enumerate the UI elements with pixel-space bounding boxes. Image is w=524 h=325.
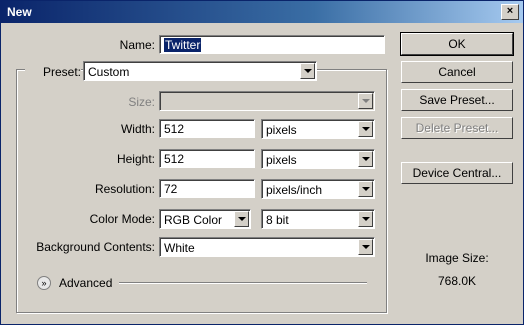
color-mode-label: Color Mode: [89, 212, 155, 226]
device-central-button[interactable]: Device Central... [401, 162, 513, 184]
title-bar[interactable]: New × [1, 1, 523, 23]
advanced-label[interactable]: Advanced [59, 276, 112, 290]
chevron-down-icon [358, 239, 373, 255]
image-size-label: Image Size: [425, 251, 489, 265]
width-label: Width: [120, 122, 155, 136]
chevron-down-icon [234, 211, 249, 227]
resolution-unit-value: pixels/inch [266, 183, 323, 197]
delete-preset-button: Delete Preset... [401, 117, 513, 139]
height-input[interactable]: 512 [159, 149, 255, 168]
chevron-down-icon [358, 181, 373, 197]
background-contents-label: Background Contents: [36, 240, 155, 254]
color-mode-value: RGB Color [164, 213, 223, 227]
height-unit-value: pixels [266, 153, 297, 167]
name-input-value: Twitter [164, 38, 202, 52]
resolution-unit-select[interactable]: pixels/inch [261, 179, 375, 199]
width-unit-select[interactable]: pixels [261, 119, 375, 139]
bit-depth-select[interactable]: 8 bit [261, 209, 375, 229]
preset-select[interactable]: Custom [83, 61, 317, 81]
chevron-down-icon [358, 93, 373, 109]
width-input[interactable]: 512 [159, 119, 255, 138]
bit-depth-value: 8 bit [266, 213, 289, 227]
height-unit-select[interactable]: pixels [261, 149, 375, 169]
height-label: Height: [116, 152, 155, 166]
name-label: Name: [119, 38, 155, 52]
image-size-value: 768.0K [437, 274, 477, 288]
name-input[interactable]: Twitter [159, 35, 385, 54]
chevron-down-icon [358, 121, 373, 137]
save-preset-button[interactable]: Save Preset... [401, 89, 513, 111]
ok-button[interactable]: OK [400, 32, 514, 56]
background-contents-select[interactable]: White [159, 237, 375, 257]
dialog-title: New [7, 5, 32, 19]
close-icon: × [506, 5, 514, 17]
advanced-divider [119, 282, 367, 284]
close-button[interactable]: × [501, 4, 519, 20]
chevron-down-icon [300, 63, 315, 79]
size-label: Size: [128, 95, 155, 109]
resolution-input[interactable]: 72 [159, 179, 255, 198]
color-mode-select[interactable]: RGB Color [159, 209, 251, 229]
resolution-label: Resolution: [94, 182, 155, 196]
chevron-down-icon [358, 211, 373, 227]
preset-select-value: Custom [88, 65, 130, 79]
new-document-dialog: New × Name: Twitter Preset: Custom Size:… [0, 0, 524, 325]
size-select [159, 91, 375, 111]
cancel-button[interactable]: Cancel [401, 61, 513, 83]
preset-label: Preset: [25, 65, 81, 79]
chevron-down-icon [358, 151, 373, 167]
width-unit-value: pixels [266, 123, 297, 137]
expand-chevron-icon[interactable]: » [37, 276, 51, 290]
background-contents-value: White [164, 241, 195, 255]
